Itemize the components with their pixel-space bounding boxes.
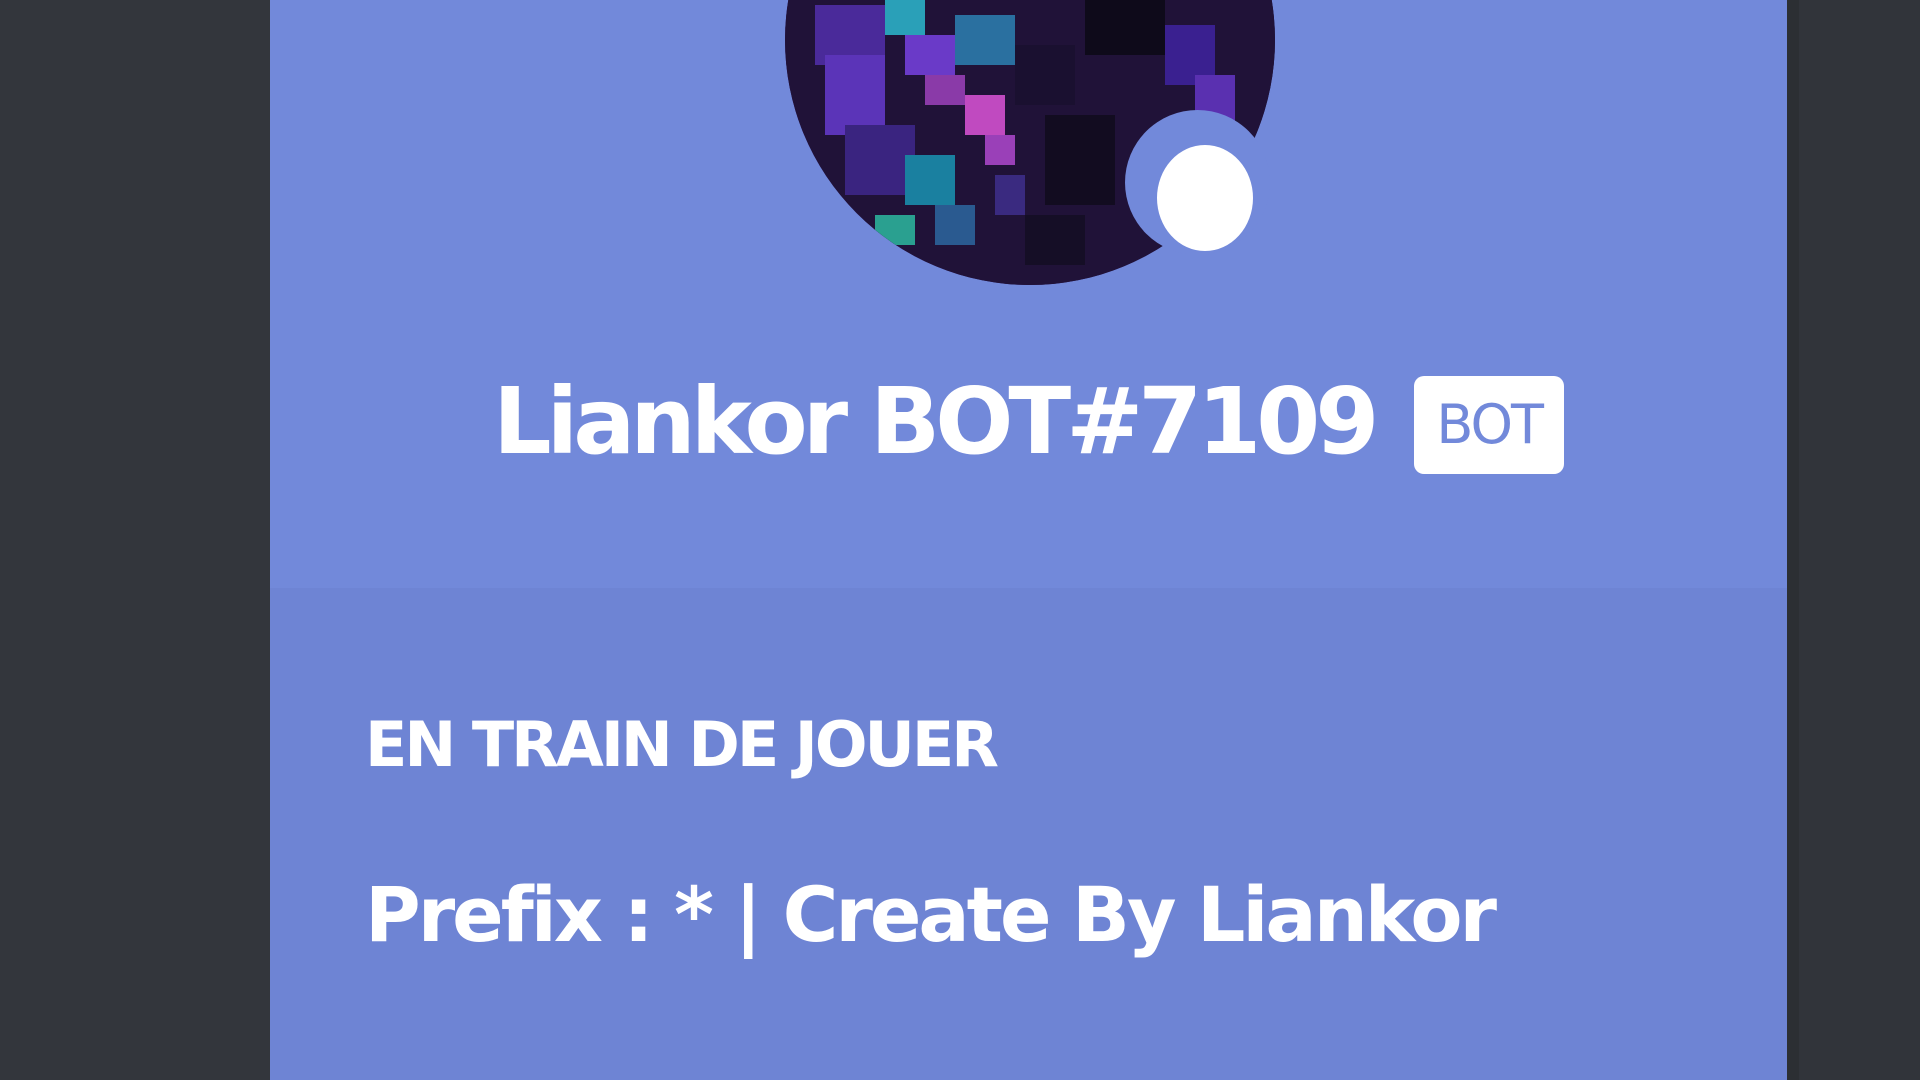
name-row: Liankor BOT#7109 BOT: [270, 368, 1787, 475]
status-indicator-ring: [1125, 110, 1270, 255]
username: Liankor BOT#7109: [493, 368, 1379, 475]
online-status-icon: [1157, 145, 1253, 251]
bot-badge: BOT: [1414, 375, 1564, 474]
right-divider: [1787, 0, 1799, 1080]
activity-section-title: EN TRAIN DE JOUER: [365, 708, 999, 781]
activity-text: Prefix : * | Create By Liankor: [365, 870, 1497, 959]
user-profile-card: Liankor BOT#7109 BOT EN TRAIN DE JOUER Pr…: [270, 0, 1787, 1080]
avatar-container[interactable]: [785, 0, 1275, 285]
profile-header: Liankor BOT#7109 BOT: [270, 0, 1787, 588]
right-background-panel: [1787, 0, 1920, 1080]
left-background-panel: [0, 0, 270, 1080]
